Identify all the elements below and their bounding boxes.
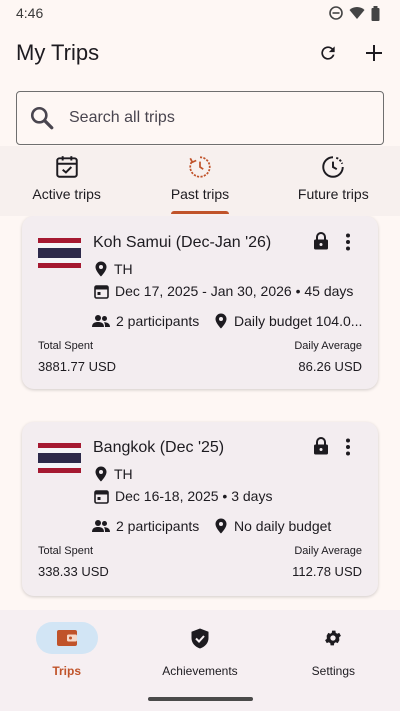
nav-label: Settings: [311, 664, 355, 678]
refresh-icon: [321, 46, 335, 60]
wallet-icon: [56, 630, 77, 646]
budget-text: Daily budget 104.0...: [234, 313, 363, 329]
trip-dates: Dec 16-18, 2025 • 3 days: [94, 488, 272, 504]
trip-budget: Daily budget 104.0...: [214, 313, 364, 329]
daily-average-label: Daily Average: [294, 545, 362, 557]
shield-check-icon: [191, 628, 209, 648]
lock-button[interactable]: [313, 437, 329, 460]
trip-participants: 2 participants: [92, 518, 199, 534]
search-input[interactable]: [69, 109, 349, 127]
location-pin-icon: [215, 518, 227, 534]
thailand-flag-icon: [38, 238, 81, 268]
calendar-icon: [94, 284, 109, 299]
status-icons: [329, 5, 380, 21]
clock-icon: [322, 156, 345, 178]
calendar-icon: [94, 489, 109, 504]
total-spent-value: 3881.77 USD: [38, 359, 117, 374]
status-time: 4:46: [16, 5, 44, 21]
thailand-flag-icon: [38, 443, 81, 473]
trip-title: Bangkok (Dec '25): [93, 439, 225, 456]
dnd-icon: [329, 6, 343, 20]
date-range: Dec 17, 2025 - Jan 30, 2026 • 45 days: [115, 283, 354, 299]
daily-average-value: 112.78 USD: [292, 564, 362, 579]
location-pin-icon: [215, 313, 227, 329]
tab-indicator: [170, 211, 229, 214]
tab-label: Past trips: [170, 186, 230, 202]
trip-tabs: Active trips Past trips Future trips: [0, 146, 400, 216]
trip-country: TH: [94, 466, 133, 482]
total-spent-value: 338.33 USD: [38, 564, 109, 579]
gear-icon: [325, 630, 342, 646]
nav-settings[interactable]: Settings: [267, 610, 400, 711]
trip-card[interactable]: Koh Samui (Dec-Jan '26) TH Dec 17, 2025 …: [22, 216, 378, 389]
nav-label: Achievements: [162, 664, 238, 678]
total-spent-label: Total Spent: [38, 340, 94, 352]
country-code: TH: [114, 261, 133, 277]
participants-count: 2 participants: [116, 313, 200, 329]
lock-icon: [314, 437, 328, 455]
page-title: My Trips: [16, 40, 100, 65]
trip-card[interactable]: Bangkok (Dec '25) TH Dec 16-18, 2025 • 3…: [22, 422, 378, 596]
daily-average-label: Daily Average: [294, 340, 362, 352]
tab-future-trips[interactable]: Future trips: [267, 146, 400, 216]
group-icon: [92, 520, 110, 532]
more-button[interactable]: [340, 438, 356, 461]
plus-icon: [366, 45, 382, 61]
trip-country: TH: [94, 261, 133, 277]
nav-label: Trips: [52, 664, 81, 678]
trip-participants: 2 participants: [92, 313, 199, 329]
trip-dates: Dec 17, 2025 - Jan 30, 2026 • 45 days: [94, 283, 353, 299]
more-vertical-icon: [346, 233, 350, 251]
nav-pill: [169, 622, 231, 654]
nav-pill: [302, 622, 364, 654]
trip-title: Koh Samui (Dec-Jan '26): [93, 234, 272, 251]
location-pin-icon: [95, 466, 107, 482]
tab-label: Future trips: [297, 186, 369, 202]
search-icon: [30, 106, 54, 130]
status-bar: 4:46: [0, 0, 400, 26]
bottom-navigation: Trips Achievements Settings: [0, 610, 400, 711]
total-spent-label: Total Spent: [38, 545, 94, 557]
daily-average-value: 86.26 USD: [298, 359, 362, 374]
lock-icon: [314, 232, 328, 250]
nav-pill: [35, 622, 98, 654]
calendar-check-icon: [55, 156, 78, 178]
more-vertical-icon: [346, 438, 350, 456]
trip-list: Koh Samui (Dec-Jan '26) TH Dec 17, 2025 …: [0, 216, 400, 610]
nav-achievements[interactable]: Achievements: [133, 610, 266, 711]
tab-label: Active trips: [32, 186, 101, 202]
tab-past-trips[interactable]: Past trips: [133, 146, 266, 216]
group-icon: [92, 315, 110, 327]
nav-trips[interactable]: Trips: [0, 610, 133, 711]
battery-icon: [371, 5, 380, 21]
date-range: Dec 16-18, 2025 • 3 days: [115, 488, 273, 504]
lock-button[interactable]: [313, 232, 329, 255]
search-box[interactable]: [16, 91, 384, 145]
wifi-icon: [349, 7, 365, 20]
country-code: TH: [114, 466, 133, 482]
tab-active-trips[interactable]: Active trips: [0, 146, 133, 216]
participants-count: 2 participants: [116, 518, 200, 534]
app-bar: My Trips: [0, 30, 400, 76]
refresh-button[interactable]: [316, 41, 340, 65]
location-pin-icon: [95, 261, 107, 277]
add-trip-button[interactable]: [362, 41, 386, 65]
budget-text: No daily budget: [234, 518, 332, 534]
more-button[interactable]: [340, 233, 356, 256]
home-indicator[interactable]: [148, 697, 253, 701]
history-icon: [189, 156, 211, 178]
trip-budget: No daily budget: [214, 518, 364, 534]
